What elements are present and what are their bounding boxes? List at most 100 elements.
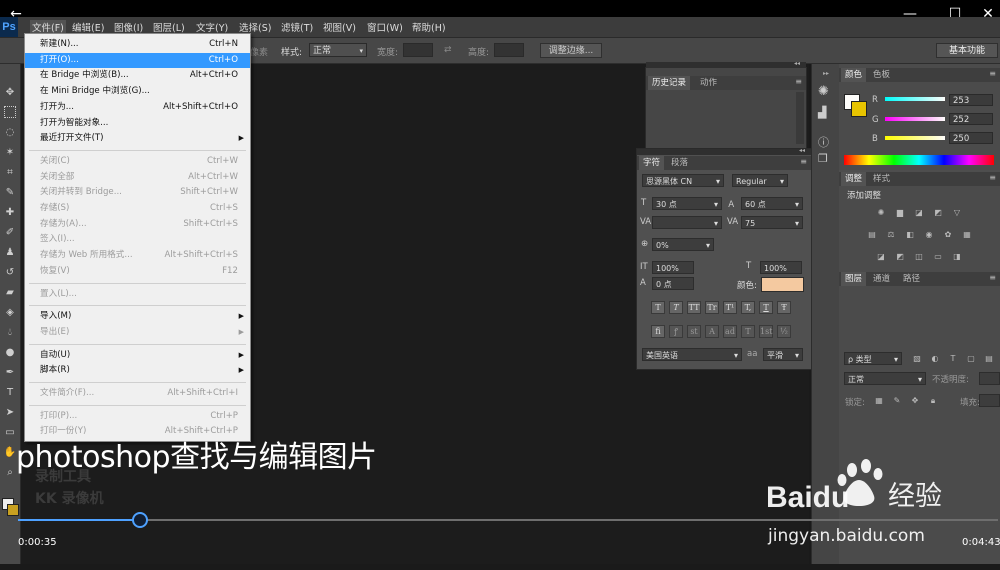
lock-transparent-icon[interactable]: ▦	[873, 396, 885, 406]
black-white-icon[interactable]: ◧	[904, 230, 916, 240]
font-style-select[interactable]: Regular ▾	[732, 174, 788, 187]
file-menu-item[interactable]: 打开为智能对象...	[25, 116, 250, 131]
panel-menu-icon[interactable]: ≡	[989, 173, 996, 182]
language-select[interactable]: 美国英语 ▾	[642, 348, 742, 361]
strikethrough-button[interactable]: Ŧ	[777, 301, 791, 314]
crop-tool-icon[interactable]: ⌗	[3, 166, 17, 180]
discretionary-ligature-button[interactable]: ꝭ	[669, 325, 683, 338]
levels-icon[interactable]: ▆	[894, 208, 906, 218]
font-size-field[interactable]: 30 点 ▾	[652, 197, 722, 210]
adjust-icon[interactable]: ✺	[818, 84, 829, 99]
panel-menu-icon[interactable]: ≡	[989, 69, 996, 78]
move-tool-icon[interactable]: ✥	[3, 86, 17, 100]
color-spectrum-ramp[interactable]	[844, 155, 994, 165]
photo-filter-icon[interactable]: ◉	[923, 230, 935, 240]
filter-type-icon[interactable]: T	[947, 354, 959, 364]
color-lookup-icon[interactable]: ▦	[961, 230, 973, 240]
vertical-scale-field[interactable]: 100%	[652, 261, 694, 274]
filter-smart-icon[interactable]: ▤	[983, 354, 995, 364]
file-menu-item[interactable]: 脚本(R) ▶	[25, 363, 250, 378]
magic-wand-icon[interactable]: ✶	[3, 146, 17, 160]
history-scrollbar[interactable]	[796, 92, 804, 144]
blur-tool-icon[interactable]: 💧︎	[3, 326, 17, 340]
collapse-icon[interactable]: ◂◂	[794, 60, 800, 67]
tab-channels[interactable]: 通道	[869, 272, 894, 286]
tab-swatches[interactable]: 色板	[869, 68, 894, 82]
filter-pixel-icon[interactable]: ▧	[911, 354, 923, 364]
green-value[interactable]: 252	[949, 113, 993, 125]
panel-menu-icon[interactable]: ≡	[800, 157, 807, 166]
red-value[interactable]: 253	[949, 94, 993, 106]
swap-icon[interactable]: ⇄	[444, 45, 452, 55]
tab-character[interactable]: 字符	[639, 156, 665, 170]
leading-field[interactable]: 60 点 ▾	[741, 197, 803, 210]
workspace-button[interactable]: 基本功能	[936, 43, 998, 58]
style-select[interactable]: 正常 ▾	[309, 43, 367, 57]
subscript-button[interactable]: T,	[741, 301, 755, 314]
tab-history[interactable]: 历史记录	[648, 76, 691, 90]
menu-image[interactable]: 图像(I)	[114, 20, 143, 34]
gradient-map-icon[interactable]: ▭	[932, 252, 944, 262]
threshold-icon[interactable]: ◫	[913, 252, 925, 262]
color-balance-icon[interactable]: ⚖	[885, 230, 897, 240]
tab-color[interactable]: 颜色	[841, 68, 867, 82]
info-icon[interactable]: ⓘ	[818, 134, 829, 150]
blue-value[interactable]: 250	[949, 132, 993, 144]
filter-adjust-icon[interactable]: ◐	[929, 354, 941, 364]
layer-filter-select[interactable]: ρ 类型 ▾	[844, 352, 902, 365]
invert-icon[interactable]: ◪	[875, 252, 887, 262]
font-family-select[interactable]: 思源黑体 CN ▾	[642, 174, 724, 187]
filter-shape-icon[interactable]: ▢	[965, 354, 977, 364]
menu-filter[interactable]: 滤镜(T)	[281, 20, 313, 34]
paint-bucket-icon[interactable]: ◈	[3, 306, 17, 320]
channel-mixer-icon[interactable]: ✿	[942, 230, 954, 240]
blue-slider[interactable]	[885, 136, 945, 140]
file-menu-item[interactable]: 自动(U) ▶	[25, 348, 250, 363]
tab-actions[interactable]: 动作	[696, 76, 721, 90]
shape-tool-icon[interactable]: ▭	[3, 426, 17, 440]
pen-tool-icon[interactable]: ✒	[3, 366, 17, 380]
blend-mode-select[interactable]: 正常 ▾	[844, 372, 926, 385]
stylistic-alternates-button[interactable]: st	[687, 325, 701, 338]
swash-button[interactable]: A	[705, 325, 719, 338]
kerning-field[interactable]: ▾	[652, 216, 722, 229]
hue-saturation-icon[interactable]: ▤	[866, 230, 878, 240]
antialias-select[interactable]: 平滑 ▾	[763, 348, 803, 361]
tab-paths[interactable]: 路径	[899, 272, 924, 286]
fill-field[interactable]	[979, 394, 1000, 407]
menu-layer[interactable]: 图层(L)	[153, 20, 185, 34]
selective-color-icon[interactable]: ◨	[951, 252, 963, 262]
lock-pixels-icon[interactable]: ✎	[891, 396, 903, 406]
tsume-field[interactable]: 0% ▾	[652, 238, 714, 251]
background-color-swatch[interactable]	[851, 101, 867, 117]
ligature-button[interactable]: fi	[651, 325, 665, 338]
width-input[interactable]	[403, 43, 433, 57]
brightness-icon[interactable]: ✺	[875, 208, 887, 218]
exposure-icon[interactable]: ◩	[932, 208, 944, 218]
stamp-tool-icon[interactable]: ♟	[3, 246, 17, 260]
file-menu-item[interactable]: 打开(O)... Ctrl+O	[25, 52, 250, 68]
menu-window[interactable]: 窗口(W)	[367, 20, 403, 34]
titling-button[interactable]: T	[741, 325, 755, 338]
menu-help[interactable]: 帮助(H)	[412, 20, 446, 34]
dodge-tool-icon[interactable]: ●	[3, 346, 17, 360]
tracking-field[interactable]: 75 ▾	[741, 216, 803, 229]
red-slider[interactable]	[885, 97, 945, 101]
close-panel-icon[interactable]: ◂◂	[799, 147, 805, 154]
brush-tool-icon[interactable]: ✐	[3, 226, 17, 240]
vibrance-icon[interactable]: ▽	[951, 208, 963, 218]
height-input[interactable]	[494, 43, 524, 57]
marquee-tool-icon[interactable]	[4, 106, 16, 118]
file-menu-item[interactable]: 打开为... Alt+Shift+Ctrl+O	[25, 100, 250, 115]
file-menu-item[interactable]: 新建(N)... Ctrl+N	[25, 37, 250, 52]
tab-styles[interactable]: 样式	[869, 172, 894, 186]
path-select-icon[interactable]: ➤	[3, 406, 17, 420]
history-brush-icon[interactable]: ↺	[3, 266, 17, 280]
horizontal-scale-field[interactable]: 100%	[760, 261, 802, 274]
panel-menu-icon[interactable]: ≡	[989, 273, 996, 282]
hand-tool-icon[interactable]: ✋	[3, 446, 17, 460]
refine-edge-button[interactable]: 调整边缘...	[540, 43, 602, 58]
video-seek-handle[interactable]	[132, 512, 148, 528]
menu-type[interactable]: 文字(Y)	[196, 20, 228, 34]
type-tool-icon[interactable]: T	[3, 386, 17, 400]
